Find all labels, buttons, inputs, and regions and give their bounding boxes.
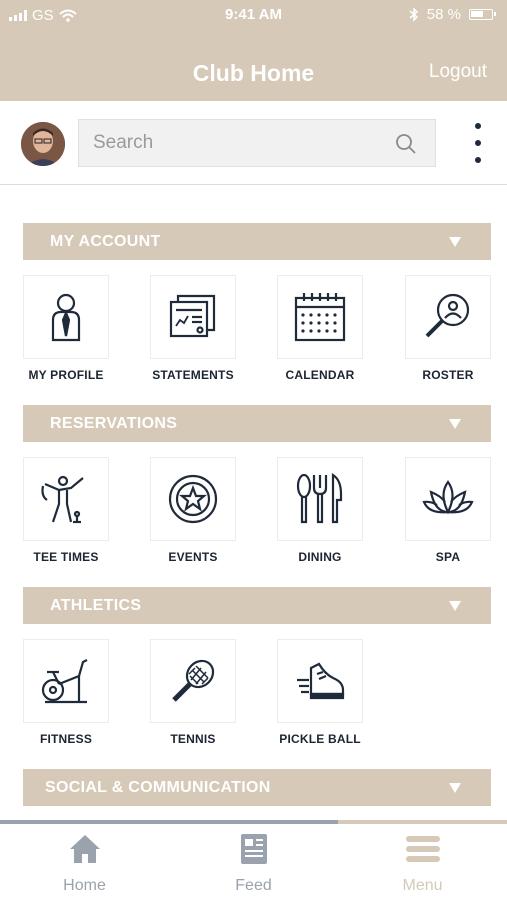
section-title: RESERVATIONS <box>50 415 178 432</box>
chevron-down-icon <box>449 419 461 429</box>
battery-icon <box>469 9 496 20</box>
section-header-athletics[interactable]: ATHLETICS <box>23 587 491 624</box>
feed-icon <box>240 834 267 864</box>
search-row <box>0 101 507 185</box>
tab-bar: Home Feed Menu <box>0 820 507 900</box>
tennis-racket-icon <box>172 659 215 702</box>
section-title: MY ACCOUNT <box>50 233 161 250</box>
tile-spa[interactable]: SPA <box>405 457 491 564</box>
header: GS 9:41 AM 58 % Club Home Logout <box>0 0 507 101</box>
chevron-down-icon <box>449 601 461 611</box>
search-input[interactable] <box>79 120 435 166</box>
tab-menu[interactable]: Menu <box>338 832 507 895</box>
tile-tee-times[interactable]: TEE TIMES <box>23 457 109 564</box>
battery-percent: 58 % <box>426 6 461 23</box>
chevron-down-icon <box>449 237 461 247</box>
tile-pickle-ball[interactable]: PICKLE BALL <box>277 639 363 746</box>
tile-events[interactable]: EVENTS <box>150 457 236 564</box>
section-header-social-communication[interactable]: SOCIAL & COMMUNICATION <box>23 769 491 806</box>
tile-tennis[interactable]: TENNIS <box>150 639 236 746</box>
tab-indicator <box>0 820 507 824</box>
lotus-icon <box>422 480 474 515</box>
avatar[interactable] <box>21 122 65 166</box>
section-title: ATHLETICS <box>50 597 142 614</box>
statements-icon <box>169 294 216 338</box>
tile-dining[interactable]: DINING <box>277 457 363 564</box>
bluetooth-icon <box>409 7 418 22</box>
tab-feed[interactable]: Feed <box>169 832 338 895</box>
sneaker-icon <box>297 662 345 700</box>
logout-button[interactable]: Logout <box>429 61 487 83</box>
tile-fitness[interactable]: FITNESS <box>23 639 109 746</box>
tile-statements[interactable]: STATEMENTS <box>150 275 236 382</box>
exercise-bike-icon <box>41 659 88 704</box>
search-field[interactable] <box>78 119 436 167</box>
golfer-icon <box>41 475 84 524</box>
section-header-reservations[interactable]: RESERVATIONS <box>23 405 491 442</box>
star-badge-icon <box>168 474 218 524</box>
more-options-icon[interactable] <box>473 123 483 163</box>
home-icon <box>69 835 100 863</box>
calendar-icon <box>294 293 346 342</box>
section-header-my-account[interactable]: MY ACCOUNT <box>23 223 491 260</box>
menu-icon <box>405 836 440 862</box>
roster-search-icon <box>425 293 470 338</box>
dining-utensils-icon <box>296 473 343 524</box>
tile-calendar[interactable]: CALENDAR <box>277 275 363 382</box>
profile-icon <box>51 293 81 342</box>
status-bar: GS 9:41 AM 58 % <box>0 0 507 30</box>
tile-my-profile[interactable]: MY PROFILE <box>23 275 109 382</box>
search-icon[interactable] <box>395 133 417 155</box>
tab-home[interactable]: Home <box>0 832 169 895</box>
tile-roster[interactable]: ROSTER <box>405 275 491 382</box>
chevron-down-icon <box>449 783 461 793</box>
section-title: SOCIAL & COMMUNICATION <box>45 779 271 796</box>
